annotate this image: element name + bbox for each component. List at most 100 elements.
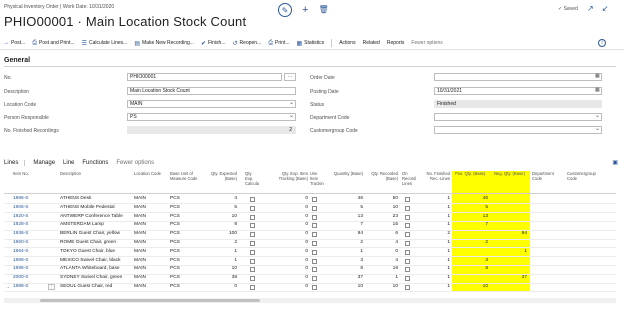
on-recording-lines-checkbox[interactable] [405,223,410,229]
qty-exp-calculated-checkbox[interactable] [250,241,255,246]
lines-tab-fewer-options[interactable]: Fewer options [116,160,154,166]
column-header-no-finished-rec-lines[interactable]: No. Finished Rec.-Lines [418,171,450,193]
column-header-qty-expected[interactable]: Qty. Expected (Base) [207,171,237,193]
qty-exp-calculated-checkbox[interactable] [250,232,255,238]
use-item-tracking-checkbox[interactable] [312,223,317,229]
column-header-item-no[interactable]: Item No. [13,171,43,193]
action-make-new-recording[interactable]: ▤ Make New Recording... [134,40,194,47]
expand-icon[interactable]: ▣ [612,159,618,166]
chevron-down-icon[interactable]: ⌄ [593,113,601,121]
action-post-and-print[interactable]: ⎙ Post and Print... [32,40,74,47]
column-header-location[interactable]: Location Code [134,171,164,193]
use-item-tracking-checkbox[interactable] [312,205,317,211]
field-value[interactable]: Main Location Stock Count [127,87,296,95]
cell-item[interactable]: 1964-S [13,248,43,256]
calendar-icon[interactable]: ▦ [593,87,601,95]
cell-item[interactable]: 1960-S [13,239,43,247]
action-calculate-lines[interactable]: ☰ Calculate Lines... [82,40,128,47]
cell-item[interactable]: 2000-S [13,274,43,282]
qty-exp-calculated-checkbox[interactable] [250,276,255,282]
use-item-tracking-checkbox[interactable] [312,241,317,246]
trash-icon[interactable]: 🗑 [318,3,328,17]
cell-item[interactable]: 1988-S [13,283,43,291]
table-row[interactable]: 1936-S BERLIN Guest Chair, yellow MAIN PCS 1… [0,230,624,238]
on-recording-lines-checkbox[interactable] [405,285,410,290]
use-item-tracking-checkbox[interactable] [312,258,317,264]
lines-tab-lines[interactable]: Lines [4,159,26,166]
table-row[interactable]: 1896-S ATHENS Desk MAIN PCS 4 0 46 50 1 46 [0,195,624,203]
cell-item[interactable]: 1968-S [13,257,43,265]
table-row[interactable]: 1968-S MEXICO Swivel Chair, black MAIN PCS 1… [0,257,624,265]
column-header-quantity-base[interactable]: Quantity (Base) [328,171,363,193]
column-header-use-item-tracking[interactable]: Use Item Tracking [310,171,324,193]
on-recording-lines-checkbox[interactable] [405,205,410,211]
scrollbar-thumb[interactable] [40,299,260,302]
on-recording-lines-checkbox[interactable] [405,232,410,238]
on-recording-lines-checkbox[interactable] [405,267,410,273]
action-statistics[interactable]: ▦ Statistics [297,40,325,47]
cell-item[interactable]: 1928-S [13,221,43,229]
column-header-qty-exp-item-tracking[interactable]: Qty. Exp. Item Tracking (Base) [270,171,308,193]
chevron-down-icon[interactable]: ⌄ [287,100,295,108]
action-finish[interactable]: ✔ Finish... [201,40,226,47]
use-item-tracking-checkbox[interactable] [312,276,317,282]
info-icon[interactable]: i [598,39,606,47]
use-item-tracking-checkbox[interactable] [312,197,317,202]
table-row[interactable]: 1988-S SEOUL Guest Chair, red MAIN PCS 0 0 10 1… [0,283,624,291]
on-recording-lines-checkbox[interactable] [405,241,410,246]
action-print[interactable]: ⎙ Print... [268,40,289,47]
cell-item[interactable]: 1906-S [13,204,43,212]
table-row[interactable]: 1996-S ATLANTA Whiteboard, base MAIN PCS 10 0… [0,265,624,273]
cell-item[interactable]: 1896-S [13,195,43,203]
column-header-department-code[interactable]: Department Code [532,171,564,193]
column-header-description[interactable]: Description [60,171,130,193]
table-row[interactable]: 1960-S ROME Guest Chair, green MAIN PCS 2 0 2 4… [0,239,624,247]
action-post[interactable]: → Post... [3,40,25,46]
cell-item[interactable]: 1936-S [13,230,43,238]
qty-exp-calculated-checkbox[interactable] [250,205,255,211]
column-header-base-uom[interactable]: Base Unit of Measure Code [170,171,206,193]
collapse-icon[interactable]: ↙ [602,4,609,13]
open-new-window-icon[interactable]: ↗ [587,4,594,13]
pencil-icon[interactable]: ✎ [278,3,292,17]
on-recording-lines-checkbox[interactable] [405,249,410,255]
field-value[interactable] [434,126,602,134]
table-row[interactable]: 1928-S AMSTERDAM Lamp MAIN PCS 8 0 7 15 1 7 [0,221,624,229]
qty-exp-calculated-checkbox[interactable] [250,223,255,229]
table-row[interactable]: 1964-S TOKYO Guest Chair, blue MAIN PCS 1 0 1 0… [0,248,624,256]
menu-actions[interactable]: Actions [339,40,355,46]
assist-edit-button[interactable]: … [284,73,296,81]
action-reopen[interactable]: ↺ Reopen... [233,40,262,47]
general-section-title[interactable]: General [4,57,30,64]
menu-related[interactable]: Related [363,40,380,46]
field-value[interactable] [434,113,602,121]
menu-reports[interactable]: Reports [387,40,405,46]
column-header-qty-recorded[interactable]: Qty. Recorded (Base) [364,171,398,193]
row-actions-icon[interactable]: ⋮ [48,284,55,290]
chevron-down-icon[interactable]: ⌄ [287,113,295,121]
on-recording-lines-checkbox[interactable] [405,258,410,264]
field-value[interactable] [434,73,602,81]
use-item-tracking-checkbox[interactable] [312,214,317,220]
on-recording-lines-checkbox[interactable] [405,197,410,202]
qty-exp-calculated-checkbox[interactable] [250,197,255,202]
field-value[interactable]: PHIO00001 [127,73,282,81]
cell-item[interactable]: 1996-S [13,265,43,273]
column-header-neg-qty[interactable]: Neg. Qty. (Base) [494,171,528,193]
field-value[interactable]: PS [127,113,296,121]
column-header-customergroup-code[interactable]: Customergroup Code [567,171,607,193]
on-recording-lines-checkbox[interactable] [405,214,410,220]
table-row[interactable]: 1920-S ANTWERP Conference Table MAIN PCS 10 0… [0,213,624,221]
table-row[interactable]: 1906-S ATHENS Mobile Pedestal MAIN PCS 5 0 5 10… [0,204,624,212]
field-value[interactable]: MAIN [127,100,296,108]
column-header-on-recording-lines[interactable]: On Recording Lines [402,171,416,193]
use-item-tracking-checkbox[interactable] [312,267,317,273]
lines-tab-manage[interactable]: Manage [33,160,55,166]
column-header-qty-exp-calculated[interactable]: Qty. Exp. Calculated [245,171,259,193]
qty-exp-calculated-checkbox[interactable] [250,258,255,264]
table-row[interactable]: 2000-S SYDNEY Swivel Chair, green MAIN PCS 3… [0,274,624,282]
calendar-icon[interactable]: ▦ [593,73,601,81]
menu-fewer-options[interactable]: Fewer options [411,40,442,46]
qty-exp-calculated-checkbox[interactable] [250,214,255,220]
use-item-tracking-checkbox[interactable] [312,285,317,290]
